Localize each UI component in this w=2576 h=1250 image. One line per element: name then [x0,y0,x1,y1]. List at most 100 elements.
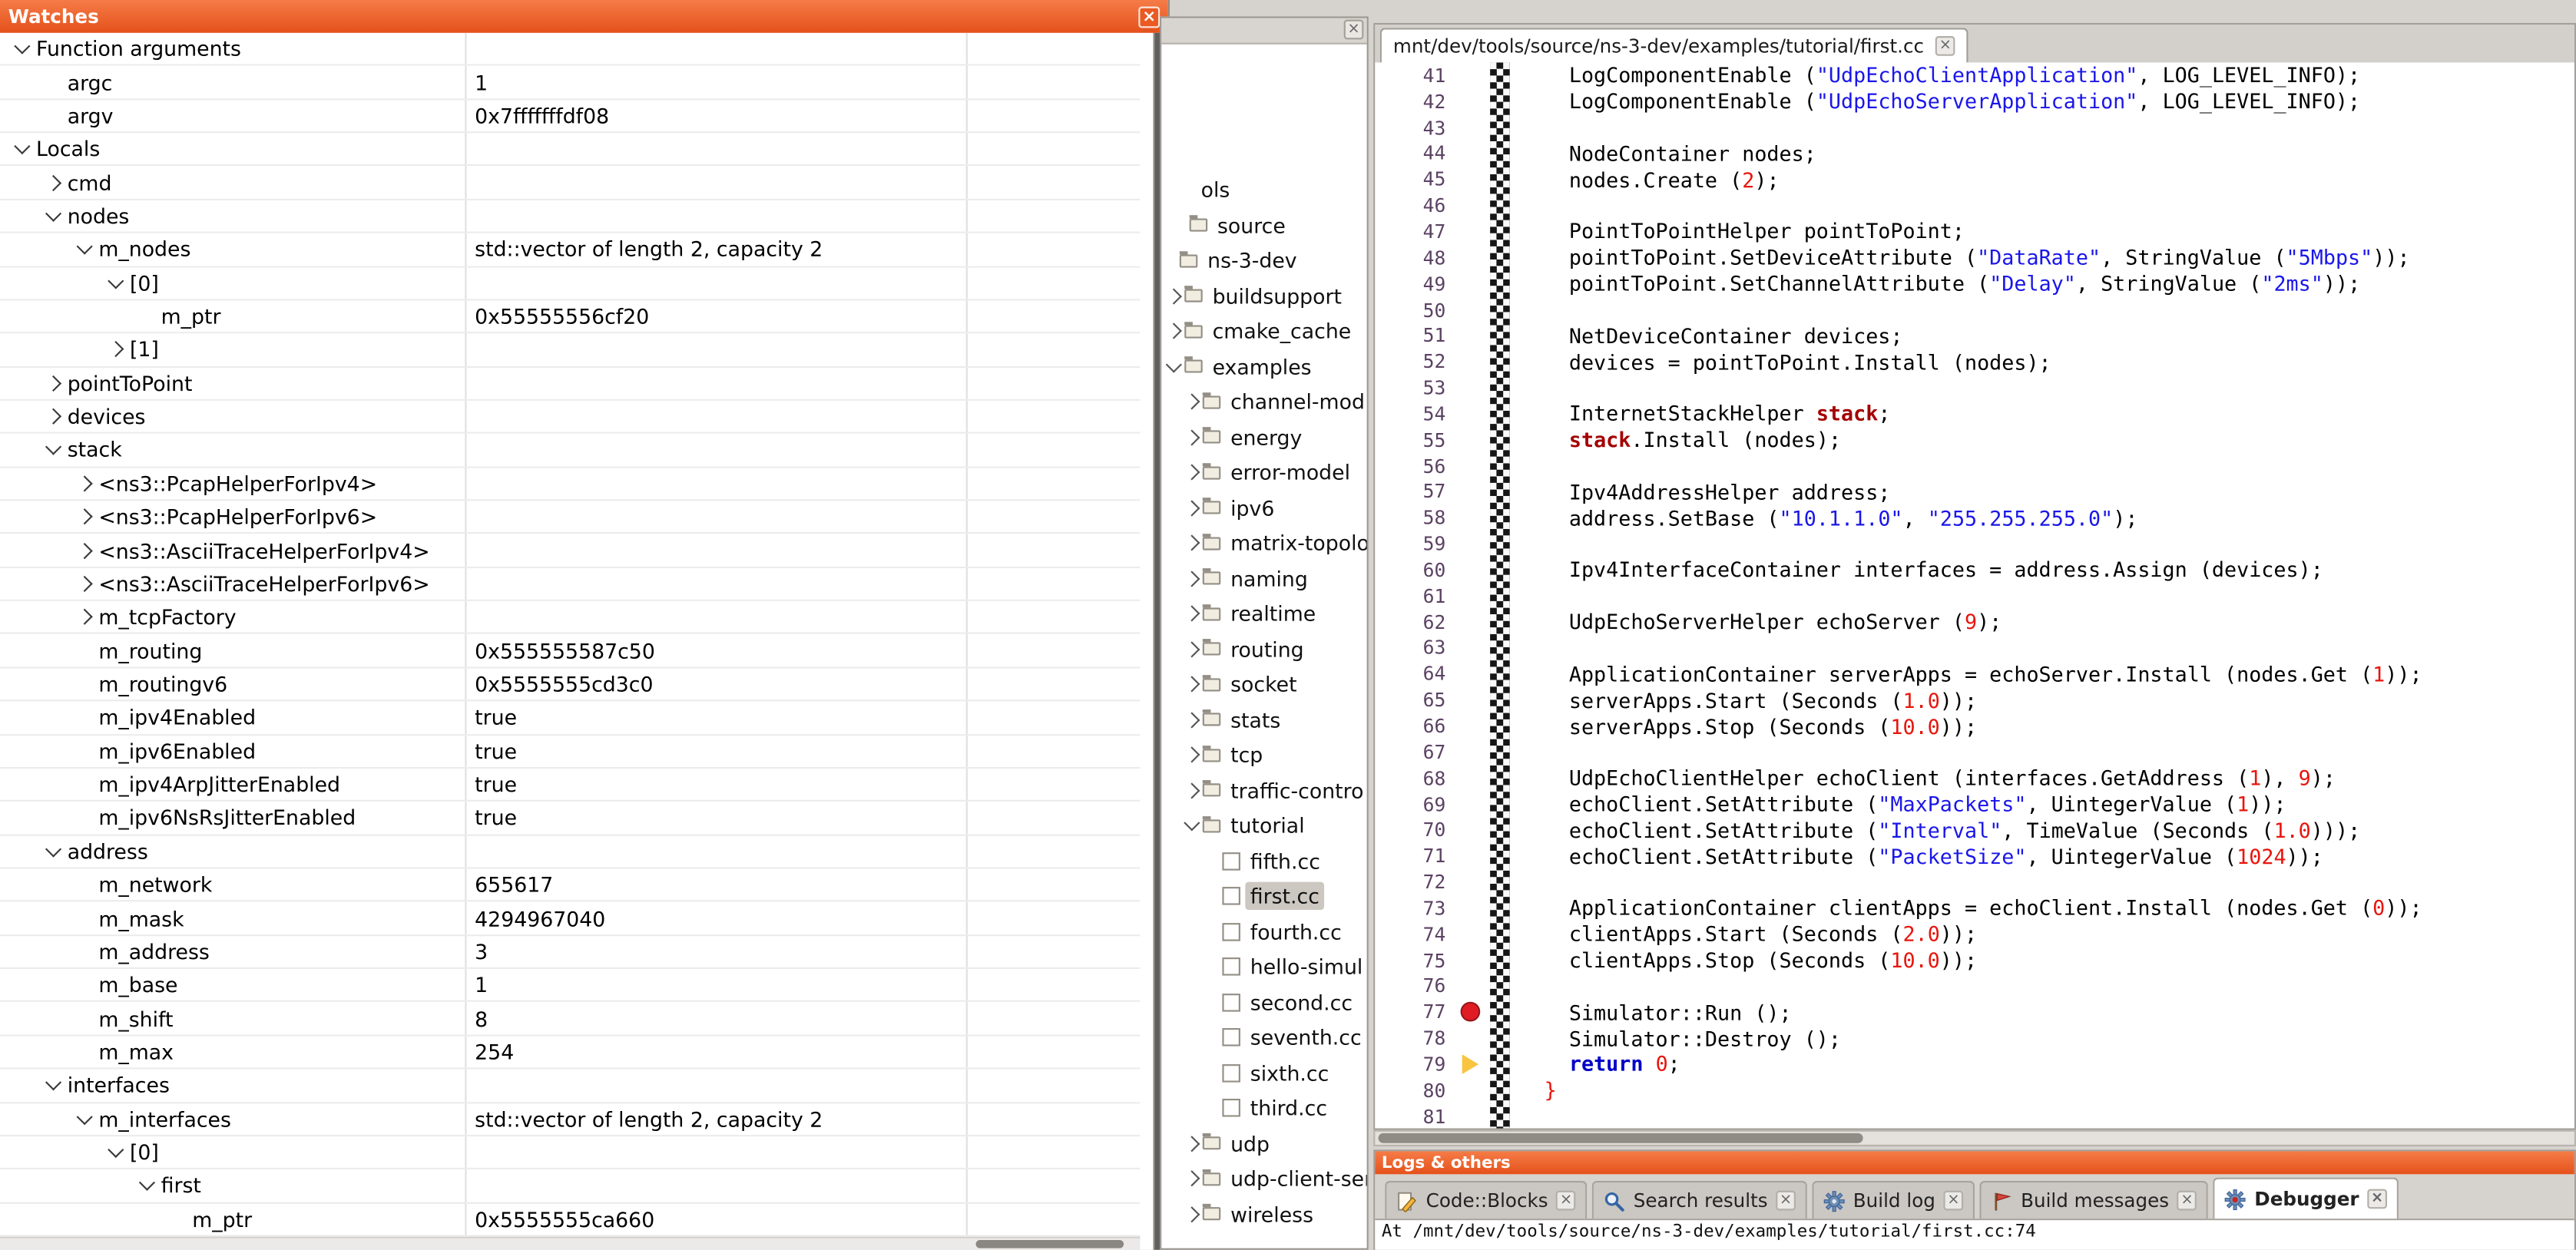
code-line[interactable]: 65 serverApps.Start (Seconds (1.0)); [1375,687,2574,713]
watch-row[interactable]: m_address3 [0,936,1140,970]
expander-open-icon[interactable] [10,137,33,160]
code-line[interactable]: 76 [1375,973,2574,999]
code-line[interactable]: 51 NetDeviceContainer devices; [1375,322,2574,349]
marker-margin[interactable] [1457,62,1485,88]
expander-open-icon[interactable] [10,37,33,60]
code-line[interactable]: 47 PointToPointHelper pointToPoint; [1375,219,2574,245]
line-number[interactable]: 44 [1375,142,1457,165]
marker-margin[interactable] [1457,687,1485,713]
marker-margin[interactable] [1457,349,1485,375]
expander-closed-icon[interactable] [1181,1167,1203,1190]
line-number[interactable]: 61 [1375,584,1457,607]
marker-margin[interactable] [1457,765,1485,791]
code-line[interactable]: 63 [1375,635,2574,661]
watch-row[interactable]: <ns3::AsciiTraceHelperForIpv6> [0,568,1140,602]
expander-open-icon[interactable] [41,1074,64,1097]
watch-row[interactable]: m_ptr0x55555556cf20 [0,300,1140,334]
tree-item-routing[interactable]: routing [1161,631,1366,666]
expander-open-icon[interactable] [41,204,64,227]
code-line[interactable]: 62 UdpEchoServerHelper echoServer (9); [1375,609,2574,635]
line-number[interactable]: 63 [1375,637,1457,660]
marker-margin[interactable] [1457,791,1485,817]
line-number[interactable]: 72 [1375,871,1457,894]
expander-closed-icon[interactable] [1181,637,1203,660]
expander-closed-icon[interactable] [72,539,95,562]
line-number[interactable]: 66 [1375,714,1457,737]
code-line[interactable]: 44 NodeContainer nodes; [1375,141,2574,167]
watches-close-button[interactable]: × [1138,5,1160,27]
line-number[interactable]: 43 [1375,116,1457,139]
expander-closed-icon[interactable] [1181,708,1203,731]
line-number[interactable]: 70 [1375,818,1457,842]
watch-row[interactable]: m_routing0x555555587c50 [0,635,1140,669]
expander-closed-icon[interactable] [1181,567,1203,590]
line-number[interactable]: 67 [1375,740,1457,763]
tree-item-stats[interactable]: stats [1161,702,1366,737]
expander-closed-icon[interactable] [72,572,95,595]
code-line[interactable]: 81 [1375,1103,2574,1129]
expander-open-icon[interactable] [72,1107,95,1130]
expander-closed-icon[interactable] [1181,602,1203,625]
tree-item-seventh-cc[interactable]: seventh.cc [1161,1020,1366,1055]
tree-item-socket[interactable]: socket [1161,666,1366,702]
code-line[interactable]: 74 clientApps.Start (Seconds (2.0)); [1375,921,2574,947]
code-line[interactable]: 56 [1375,453,2574,479]
tree-item-third-cc[interactable]: third.cc [1161,1090,1366,1126]
watch-row[interactable]: argv0x7fffffffdf08 [0,100,1140,134]
tree-item-source[interactable]: source [1161,208,1366,243]
marker-margin[interactable] [1457,427,1485,453]
expander-open-icon[interactable] [134,1174,157,1197]
marker-margin[interactable] [1457,270,1485,296]
marker-margin[interactable] [1457,895,1485,921]
expander-closed-icon[interactable] [1181,743,1203,766]
tree-item-realtime[interactable]: realtime [1161,596,1366,631]
expander-closed-icon[interactable] [72,472,95,495]
marker-margin[interactable] [1457,1103,1485,1129]
marker-margin[interactable] [1457,479,1485,505]
line-number[interactable]: 58 [1375,506,1457,529]
line-number[interactable]: 41 [1375,64,1457,87]
watch-row[interactable]: nodes [0,200,1140,234]
expander-closed-icon[interactable] [104,338,127,361]
watch-row[interactable]: stack [0,434,1140,468]
editor-tab-close-button[interactable]: × [1935,36,1955,56]
marker-margin[interactable] [1457,869,1485,895]
marker-margin[interactable] [1457,453,1485,479]
line-number[interactable]: 65 [1375,689,1457,712]
code-line[interactable]: 67 [1375,739,2574,765]
code-line[interactable]: 78 Simulator::Destroy (); [1375,1025,2574,1051]
code-line[interactable]: 57 Ipv4AddressHelper address; [1375,479,2574,505]
line-number[interactable]: 73 [1375,897,1457,920]
watch-row[interactable]: m_ipv6Enabledtrue [0,735,1140,769]
line-number[interactable]: 47 [1375,220,1457,243]
marker-margin[interactable] [1457,1025,1485,1051]
tree-item-fifth-cc[interactable]: fifth.cc [1161,843,1366,878]
breakpoint-margin[interactable] [1457,999,1485,1025]
marker-margin[interactable] [1457,739,1485,765]
marker-margin[interactable] [1457,219,1485,245]
watch-row[interactable]: [0] [0,267,1140,301]
code-line[interactable]: 59 [1375,531,2574,557]
tree-item-hello-simul[interactable]: hello-simul [1161,949,1366,984]
code-line[interactable]: 77 Simulator::Run (); [1375,999,2574,1025]
marker-margin[interactable] [1457,322,1485,349]
code-line[interactable]: 66 serverApps.Stop (Seconds (10.0)); [1375,713,2574,739]
watch-row[interactable]: argc1 [0,66,1140,100]
watch-row[interactable]: m_network655617 [0,868,1140,902]
watch-row[interactable]: m_ipv4ArpJitterEnabledtrue [0,769,1140,802]
code-line[interactable]: 42 LogComponentEnable ("UdpEchoServerApp… [1375,88,2574,114]
watch-row[interactable]: m_routingv60x5555555cd3c0 [0,668,1140,702]
watch-row[interactable]: <ns3::PcapHelperForIpv6> [0,501,1140,534]
watch-row[interactable]: Locals [0,133,1140,167]
expander-closed-icon[interactable] [1181,532,1203,555]
project-panel-close-button[interactable]: × [1344,20,1364,40]
marker-margin[interactable] [1457,531,1485,557]
line-number[interactable]: 69 [1375,792,1457,815]
logs-tab-close-button[interactable]: × [2367,1189,2387,1209]
tree-item-energy[interactable]: energy [1161,420,1366,455]
logs-tab-build-log[interactable]: Build log× [1812,1181,1975,1219]
tree-item-tutorial[interactable]: tutorial [1161,808,1366,843]
expander-closed-icon[interactable] [1181,461,1203,484]
watch-row[interactable]: m_shift8 [0,1003,1140,1037]
tree-item-examples[interactable]: examples [1161,349,1366,385]
